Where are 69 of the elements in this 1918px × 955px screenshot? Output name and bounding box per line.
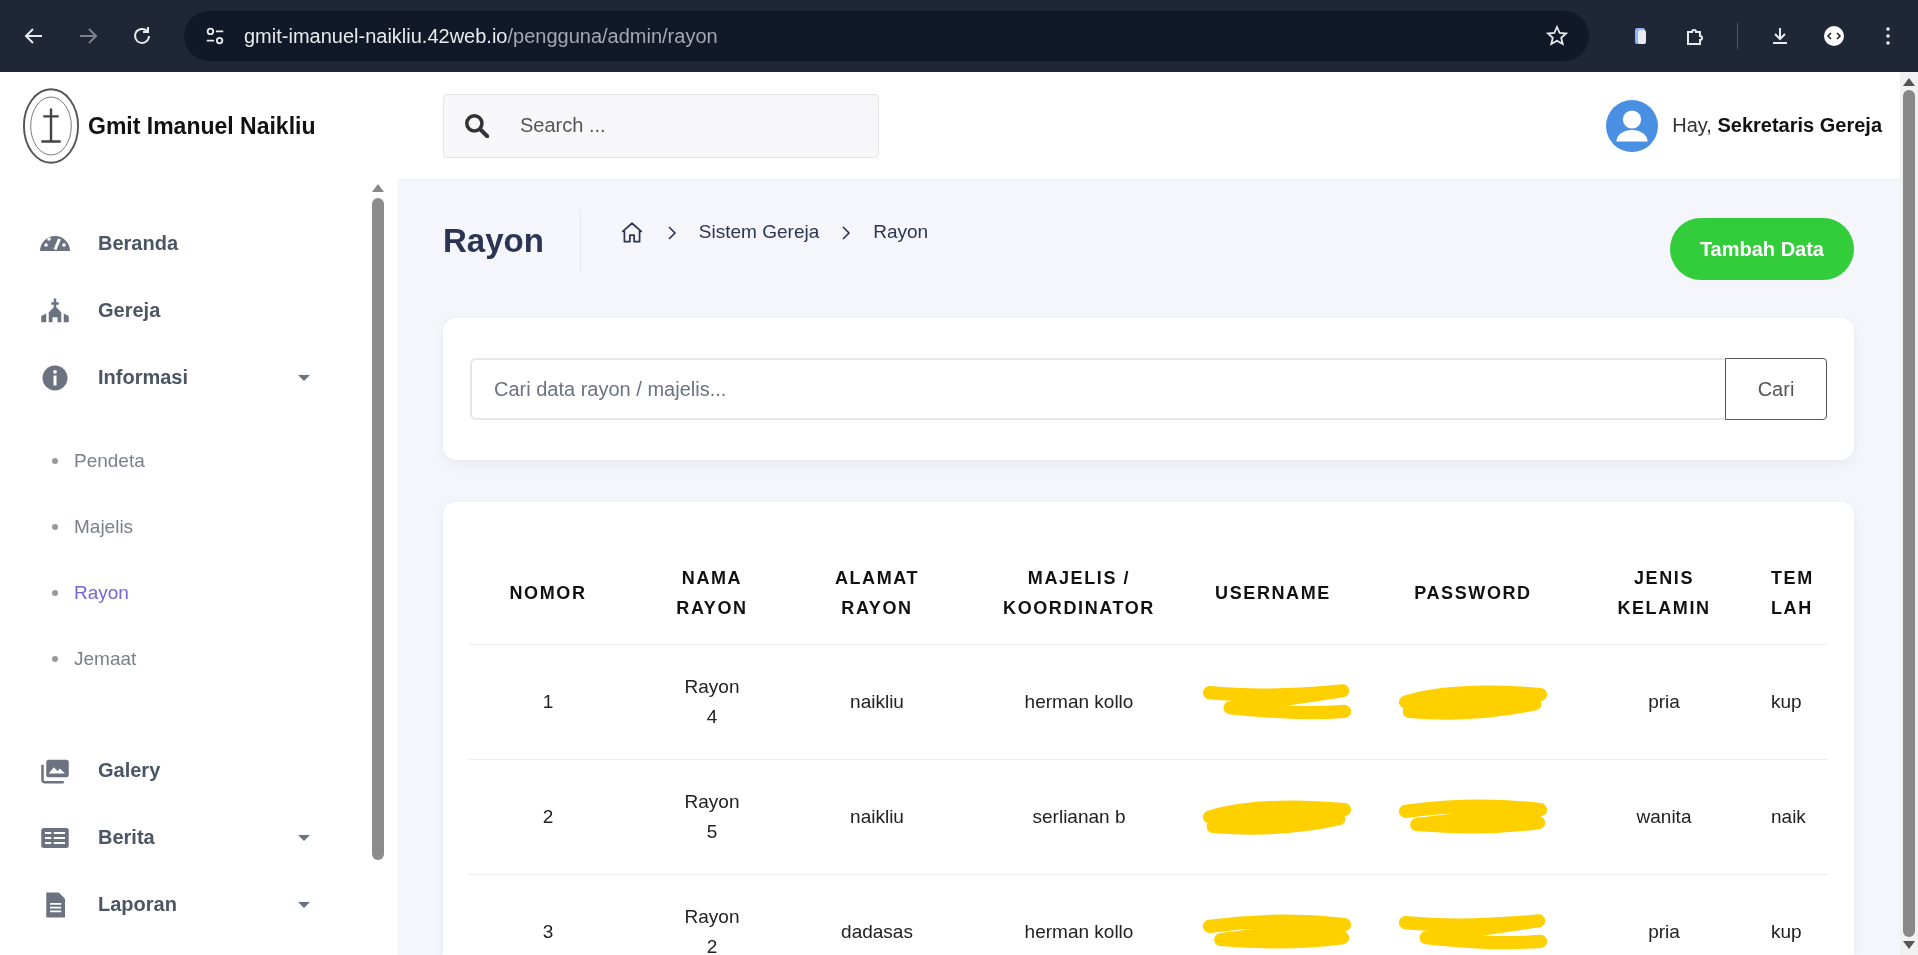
table-cell: naik <box>1771 806 1806 827</box>
page-title: Rayon <box>443 222 544 260</box>
column-header: MAJELIS / KOORDINATOR <box>1003 568 1155 618</box>
caret-icon[interactable] <box>298 901 310 908</box>
nav-item[interactable]: Beranda <box>0 210 370 277</box>
table-cell: serlianan b <box>1032 806 1126 827</box>
site-settings-icon[interactable] <box>204 25 226 47</box>
submenu-item[interactable]: Rayon <box>0 560 139 626</box>
avatar-icon[interactable] <box>1606 99 1659 152</box>
column-header: NAMA RAYON <box>676 568 748 618</box>
table-cell: 3 <box>542 921 554 942</box>
scroll-up-icon[interactable] <box>372 184 384 192</box>
scroll-up-icon[interactable] <box>1903 78 1915 86</box>
table-cell: naikliu <box>850 806 904 827</box>
chevron-right-icon <box>841 225 852 241</box>
breadcrumb-item[interactable]: Rayon <box>873 221 929 243</box>
nav-label: Laporan <box>98 893 178 916</box>
table-cell: herman kollo <box>1024 921 1134 942</box>
table-cell: herman kollo <box>1024 691 1134 712</box>
table-cell: pria <box>1648 691 1680 712</box>
church-logo-icon <box>22 86 80 166</box>
table-cell: wanita <box>1636 806 1692 827</box>
column-header: JENIS KELAMIN <box>1617 568 1711 618</box>
table-cell: kup <box>1771 691 1802 712</box>
column-header: USERNAME <box>1215 583 1331 603</box>
nav-label: Informasi <box>98 366 190 389</box>
address-bar[interactable]: gmit-imanuel-naikliu.42web.io/pengguna/admin/rayon <box>184 11 1589 61</box>
nav-label: Gereja <box>98 299 162 322</box>
gauge-icon <box>40 235 70 251</box>
table-cell: Rayon 5 <box>684 791 740 842</box>
submenu-item[interactable]: Majelis <box>0 494 144 560</box>
chevron-right-icon <box>666 225 677 241</box>
nav-item[interactable]: Informasi <box>0 344 370 411</box>
table-cell: 1 <box>542 691 554 712</box>
search-input[interactable]: Cari data rayon / majelis... <box>470 358 1725 420</box>
submenu-item[interactable]: Jemaat <box>0 626 147 692</box>
search-button[interactable]: Cari <box>1725 358 1827 420</box>
column-header: ALAMAT RAYON <box>834 568 920 618</box>
star-icon[interactable] <box>1545 24 1569 48</box>
caret-icon[interactable] <box>298 834 310 841</box>
user-greeting: Hay, Sekretaris Gereja <box>1672 114 1882 137</box>
nav-item[interactable]: Laporan <box>0 871 370 938</box>
column-header: NOMOR <box>509 583 587 603</box>
scroll-down-icon[interactable] <box>1903 941 1915 949</box>
breadcrumb-item[interactable]: Sistem Gereja <box>698 221 820 243</box>
table-cell: pria <box>1648 921 1680 942</box>
table-cell: Rayon 4 <box>684 676 740 727</box>
search-field[interactable]: Search ... <box>443 93 879 158</box>
table-cell: naikliu <box>850 691 904 712</box>
scrollbar-thumb[interactable] <box>372 198 384 860</box>
table-cell: dadasas <box>841 921 913 942</box>
column-header: TEM LAH <box>1771 568 1814 618</box>
caret-icon[interactable] <box>298 374 310 381</box>
table-cell: 2 <box>542 806 554 827</box>
profile-icon[interactable] <box>1822 24 1846 48</box>
brand-name: Gmit Imanuel Naikliu <box>88 112 316 140</box>
table-cell: kup <box>1771 921 1802 942</box>
nav-label: Berita <box>98 826 156 849</box>
scrollbar-thumb[interactable] <box>1903 90 1915 937</box>
search-icon <box>465 113 489 138</box>
nav-item[interactable]: Gereja <box>0 277 370 344</box>
nav-item[interactable]: Galery <box>0 737 370 804</box>
nav-item[interactable]: Berita <box>0 804 370 871</box>
column-header: PASSWORD <box>1414 583 1532 603</box>
nav-label: Galery <box>98 759 162 782</box>
submenu-item[interactable]: Pendeta <box>0 428 155 494</box>
nav-label: Beranda <box>98 232 180 255</box>
table-cell: Rayon 2 <box>684 906 740 955</box>
url-text: gmit-imanuel-naikliu.42web.io/pengguna/admin/rayon <box>244 24 719 48</box>
